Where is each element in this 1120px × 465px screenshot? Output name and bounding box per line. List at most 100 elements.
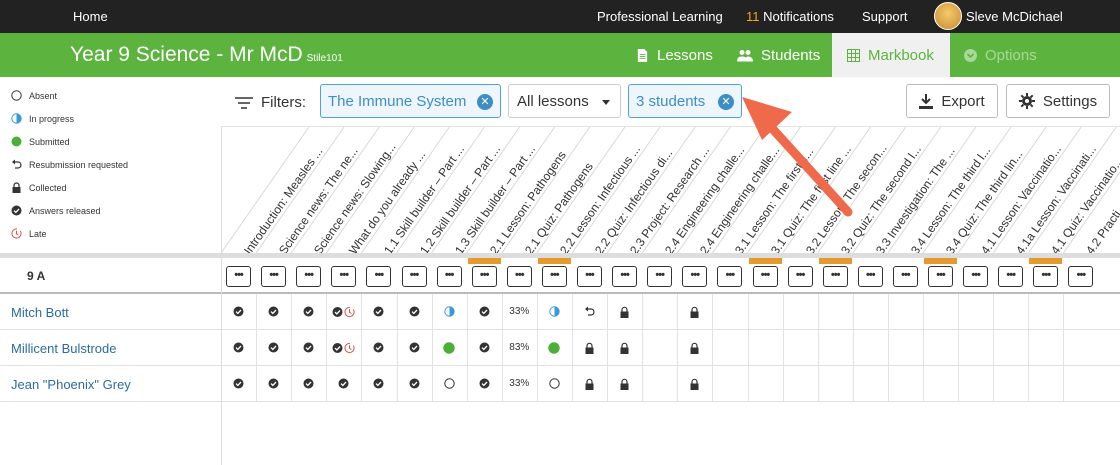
column-menu-button[interactable]: •••	[717, 266, 743, 287]
status-cell[interactable]	[221, 330, 256, 365]
tab-options[interactable]: Options	[964, 33, 1049, 77]
empty-cell[interactable]	[642, 294, 677, 329]
export-button[interactable]: Export	[906, 84, 998, 118]
tab-lessons-label: Lessons	[657, 46, 713, 64]
legend-in-progress: In progress	[11, 113, 74, 124]
empty-cell[interactable]	[642, 366, 677, 401]
column-menu-button[interactable]: •••	[436, 266, 462, 287]
tab-students[interactable]: Students	[737, 33, 822, 77]
settings-button[interactable]: Settings	[1006, 84, 1110, 118]
column-menu-button[interactable]: •••	[1033, 266, 1059, 287]
score-cell[interactable]: 33%	[502, 366, 537, 401]
column-menu-button[interactable]: •••	[892, 266, 918, 287]
status-cell[interactable]	[361, 294, 396, 329]
status-cell[interactable]	[607, 294, 642, 329]
status-cell[interactable]	[432, 366, 467, 401]
lock-icon	[12, 182, 21, 193]
status-cell[interactable]	[326, 330, 361, 365]
column-menu-button[interactable]: •••	[787, 266, 813, 287]
column-menu-button[interactable]: •••	[647, 266, 673, 287]
status-cell[interactable]	[467, 330, 502, 365]
status-cell[interactable]	[432, 330, 467, 365]
column-menu-button[interactable]: •••	[1068, 266, 1094, 287]
tab-lessons[interactable]: Lessons	[636, 33, 716, 77]
column-menu-button[interactable]: •••	[296, 266, 322, 287]
column-menu-button[interactable]: •••	[928, 266, 953, 287]
column-menu-button[interactable]: •••	[822, 266, 848, 287]
status-cell[interactable]	[677, 366, 712, 401]
column-menu-button[interactable]: •••	[612, 266, 638, 287]
user-name[interactable]: Sleve McDichael	[966, 9, 1063, 24]
status-cell[interactable]	[221, 294, 256, 329]
column-menu-button[interactable]: •••	[752, 266, 778, 287]
column-menu-button[interactable]: •••	[577, 266, 602, 287]
lessons-select[interactable]: All lessons	[508, 84, 621, 118]
home-link[interactable]: Home	[73, 9, 108, 24]
column-menu-button[interactable]: •••	[963, 266, 989, 287]
status-cell[interactable]	[537, 366, 572, 401]
status-cell[interactable]	[397, 330, 432, 365]
student-name-link[interactable]: Mitch Bott	[11, 305, 69, 320]
notifications-link[interactable]: 11 Notifications	[746, 9, 834, 24]
column-menu-button[interactable]: •••	[682, 266, 708, 287]
grid-icon	[847, 48, 860, 62]
column-menu-button[interactable]: •••	[541, 266, 567, 287]
status-cell[interactable]	[361, 366, 396, 401]
column-menu-button[interactable]: •••	[471, 266, 497, 287]
status-cell[interactable]	[677, 330, 712, 365]
status-cell[interactable]	[397, 366, 432, 401]
status-cell[interactable]	[256, 294, 291, 329]
column-menu-button[interactable]: •••	[857, 266, 883, 287]
cell-divider	[712, 330, 714, 366]
check-circle-icon	[479, 342, 490, 353]
status-cell[interactable]	[432, 294, 467, 329]
empty-cell[interactable]	[642, 330, 677, 365]
status-cell[interactable]	[361, 330, 396, 365]
status-cell[interactable]	[291, 330, 326, 365]
score-cell[interactable]: 33%	[502, 294, 537, 329]
status-cell[interactable]	[572, 366, 607, 401]
status-cell[interactable]	[537, 294, 572, 329]
student-name-link[interactable]: Jean "Phoenix" Grey	[11, 377, 131, 392]
cell-divider	[747, 294, 749, 330]
status-cell[interactable]	[677, 294, 712, 329]
lock-icon	[585, 342, 594, 354]
status-cell[interactable]	[326, 366, 361, 401]
status-cell[interactable]	[607, 330, 642, 365]
status-cell[interactable]	[221, 366, 256, 401]
status-cell[interactable]	[256, 366, 291, 401]
status-cell[interactable]	[607, 366, 642, 401]
check-circle-icon	[233, 378, 244, 389]
students-filter-label: 3 students	[636, 92, 706, 110]
column-menu-button[interactable]: •••	[226, 266, 251, 287]
column-menu-button[interactable]: •••	[261, 266, 287, 287]
column-menu-button[interactable]: •••	[998, 266, 1024, 287]
status-cell[interactable]	[537, 330, 572, 365]
lock-icon	[585, 378, 594, 390]
support-link[interactable]: Support	[862, 9, 908, 24]
status-cell[interactable]	[467, 294, 502, 329]
topic-filter-chip[interactable]: The Immune System ✕	[320, 84, 501, 118]
status-cell[interactable]	[291, 366, 326, 401]
status-cell[interactable]	[291, 294, 326, 329]
check-circle-icon	[479, 378, 490, 389]
score-cell[interactable]: 83%	[502, 330, 537, 365]
status-cell[interactable]	[467, 366, 502, 401]
student-name-link[interactable]: Millicent Bulstrode	[11, 341, 117, 356]
status-cell[interactable]	[256, 330, 291, 365]
tab-markbook[interactable]: Markbook	[832, 33, 950, 77]
students-filter-chip[interactable]: 3 students ✕	[628, 84, 742, 118]
status-cell[interactable]	[572, 294, 607, 329]
avatar[interactable]	[934, 2, 962, 30]
column-menu-button[interactable]: •••	[506, 266, 532, 287]
professional-learning-link[interactable]: Professional Learning	[597, 9, 723, 24]
status-cell[interactable]	[326, 294, 361, 329]
column-menu-button[interactable]: •••	[366, 266, 392, 287]
status-cell[interactable]	[572, 330, 607, 365]
undo-icon	[12, 159, 22, 169]
column-menu-button[interactable]: •••	[331, 266, 357, 287]
column-menu-button[interactable]: •••	[401, 266, 427, 287]
status-cell[interactable]	[397, 294, 432, 329]
close-icon[interactable]: ✕	[477, 94, 493, 110]
close-icon[interactable]: ✕	[718, 94, 734, 110]
